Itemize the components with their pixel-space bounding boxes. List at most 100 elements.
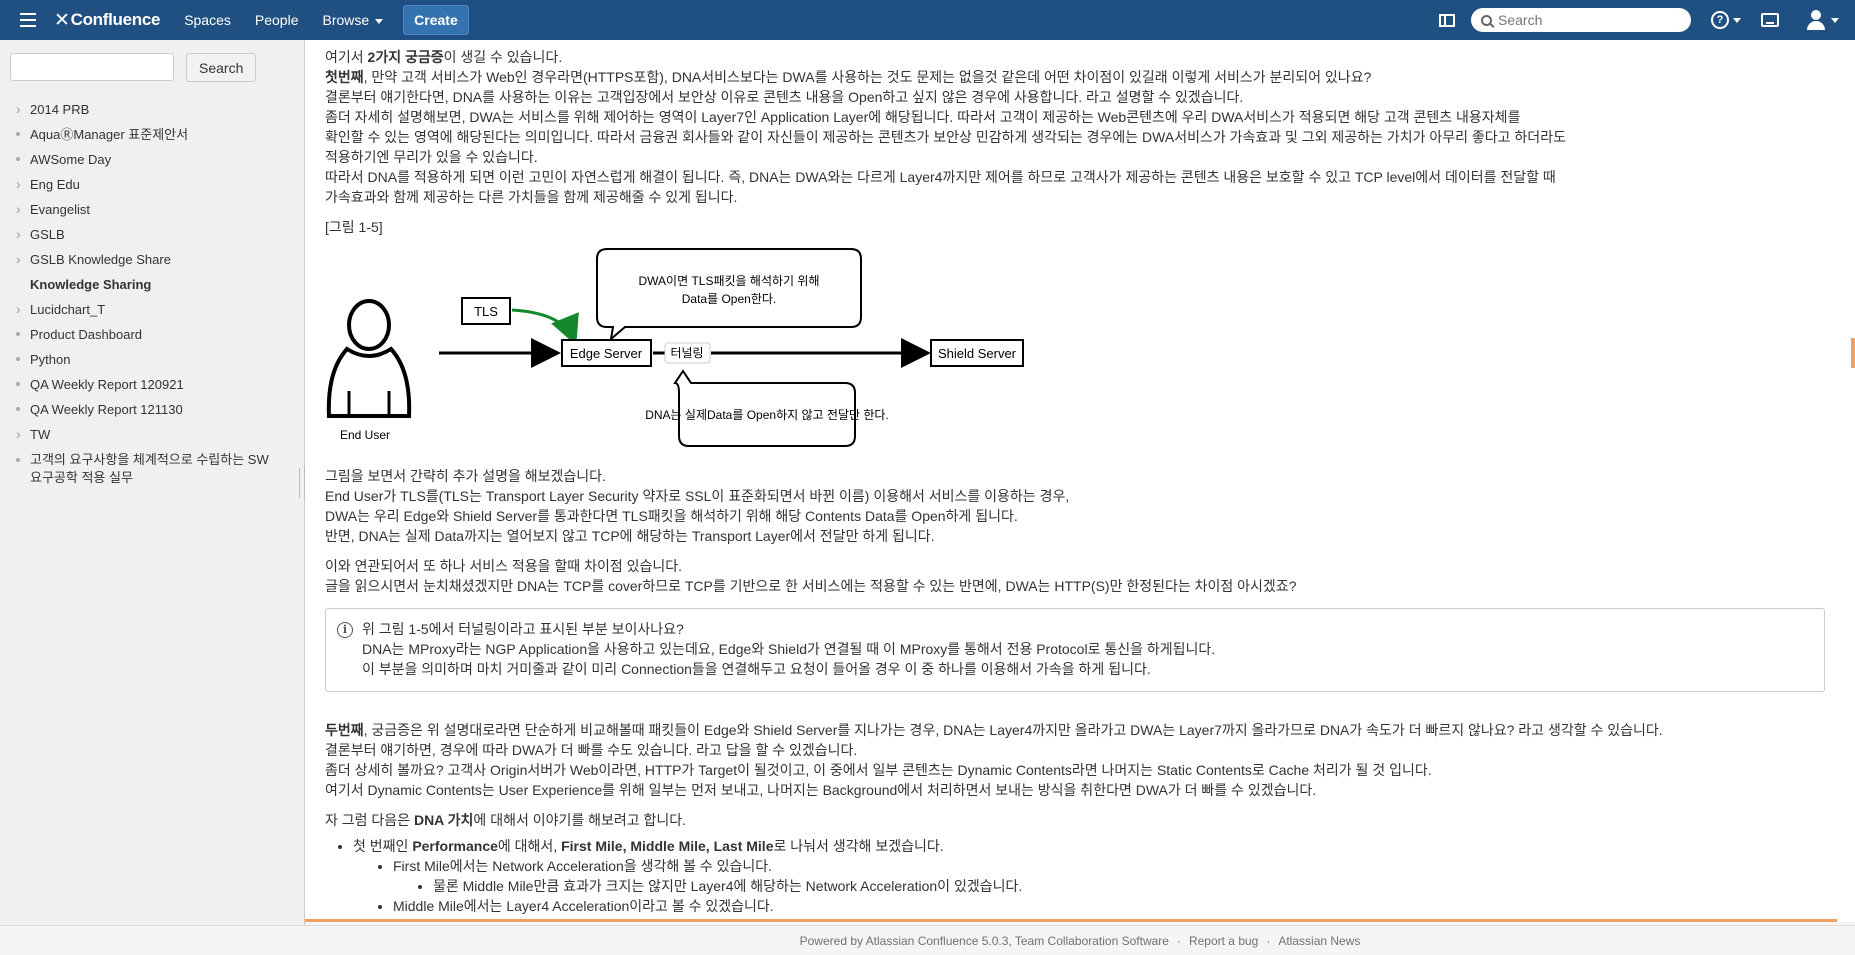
bubble-bottom-text: DNA는 실제Data를 Open하지 않고 전달만 한다. <box>645 408 889 422</box>
sidebar-item-label: 고객의 요구사항을 체계적으로 수립하는 SW 요구공학 적용 실무 <box>30 452 269 485</box>
nav-people[interactable]: People <box>255 12 299 28</box>
end-user-icon <box>326 299 412 418</box>
sidebar-item-label: 2014 PRB <box>30 102 90 117</box>
edge-server-label: Edge Server <box>570 346 643 361</box>
paragraph: 가속효과와 함께 제공하는 다른 가치들을 함께 제공해줄 수 있게 됩니다. <box>325 189 738 205</box>
nav-browse[interactable]: Browse <box>322 12 383 28</box>
tls-label: TLS <box>474 304 498 319</box>
list-item: First Mile에서는 Network Acceleration을 생각해 … <box>393 856 1825 896</box>
tunnel-label: 터널링 <box>670 346 703 360</box>
sidebar-item[interactable]: QA Weekly Report 120921 <box>0 372 300 397</box>
sidebar-item[interactable]: 고객의 요구사항을 체계적으로 수립하는 SW 요구공학 적용 실무 <box>0 447 300 487</box>
paragraph: 글을 읽으시면서 눈치채셨겠지만 DNA는 TCP를 cover하므로 TCP를… <box>325 578 1297 594</box>
paragraph: End User가 TLS를(TLS는 Transport Layer Secu… <box>325 488 1070 504</box>
sidebar-item[interactable]: Python <box>0 347 300 372</box>
page-content: 여기서 2가지 궁금증이 생길 수 있습니다. 첫번째, 만약 고객 서비스가 … <box>305 40 1855 922</box>
info-line: 위 그림 1-5에서 터널링이라고 표시된 부분 보이사나요? <box>362 621 684 637</box>
user-avatar-icon[interactable] <box>1805 9 1827 31</box>
sidebar-item-label: Eng Edu <box>30 177 80 192</box>
sidebar-item-label: QA Weekly Report 121130 <box>30 402 183 417</box>
chevron-right-icon: › <box>16 176 21 192</box>
create-button[interactable]: Create <box>403 5 469 35</box>
bullet-icon <box>16 147 30 172</box>
header-search[interactable] <box>1471 8 1691 32</box>
sidebar-item[interactable]: Product Dashboard <box>0 322 300 347</box>
sidebar-item[interactable]: › TW <box>0 422 300 447</box>
shield-server-label: Shield Server <box>938 346 1017 361</box>
paragraph: 좀더 자세히 설명해보면, DWA는 서비스를 위해 제어하는 영역이 Laye… <box>325 109 1521 125</box>
info-panel: i 위 그림 1-5에서 터널링이라고 표시된 부분 보이사나요? DNA는 M… <box>325 608 1825 692</box>
sidebar-item[interactable]: › Lucidchart_T <box>0 297 300 322</box>
bubble-top-line1: DWA이면 TLS패킷을 해석하기 위해 <box>638 274 819 288</box>
sidebar-search-button[interactable]: Search <box>186 53 257 82</box>
menu-icon[interactable] <box>14 0 42 40</box>
chevron-right-icon: › <box>16 201 21 217</box>
sidebar-item[interactable]: AquaⓇManager 표준제안서 <box>0 122 300 147</box>
sidebar-item[interactable]: QA Weekly Report 121130 <box>0 397 300 422</box>
header-search-input[interactable] <box>1498 12 1678 28</box>
paragraph: 반면, DNA는 실제 Data까지는 열어보지 않고 TCP에 해당하는 Tr… <box>325 528 935 544</box>
sidebar-item[interactable]: › Eng Edu <box>0 172 300 197</box>
sidebar-item[interactable]: › 2014 PRB <box>0 97 300 122</box>
list-item: 첫 번째인 Performance에 대해서, First Mile, Midd… <box>353 836 1825 916</box>
info-line: 이 부분을 의미하며 마치 거미줄과 같이 미리 Connection들을 연결… <box>362 661 1151 677</box>
sidebar-item-label: Knowledge Sharing <box>30 277 152 292</box>
sidebar-item-label: Product Dashboard <box>30 327 143 342</box>
network-diagram: DWA이면 TLS패킷을 해석하기 위해 Data를 Open한다. TLS E… <box>325 241 1045 456</box>
sidebar-item[interactable]: › Evangelist <box>0 197 300 222</box>
user-chevron-down-icon[interactable] <box>1831 17 1839 23</box>
sidebar-item-label: GSLB Knowledge Share <box>30 252 171 267</box>
search-icon <box>1481 14 1492 26</box>
speech-bubble-top: DWA이면 TLS패킷을 해석하기 위해 Data를 Open한다. <box>596 248 862 342</box>
top-header: ✕ Confluence Spaces People Browse Create … <box>0 0 1855 40</box>
sidebar-item-label: AquaⓇManager 표준제안서 <box>30 127 189 142</box>
list-item: Middle Mile에서는 Layer4 Acceleration이라고 볼 … <box>393 896 1825 916</box>
sidebar-item-label: AWSome Day <box>30 152 112 167</box>
confluence-logo[interactable]: ✕ Confluence <box>54 9 160 32</box>
paragraph: 여기서 2가지 궁금증이 생길 수 있습니다. <box>325 49 563 65</box>
sidebar-item[interactable]: AWSome Day <box>0 147 300 172</box>
nav-spaces[interactable]: Spaces <box>184 12 231 28</box>
chevron-right-icon: › <box>16 101 21 117</box>
content-scroll-indicator <box>305 919 1837 922</box>
sidebar-item[interactable]: Knowledge Sharing <box>0 272 300 297</box>
paragraph: 결론부터 얘기하면, 경우에 따라 DWA가 더 빠를 수도 있습니다. 라고 … <box>325 742 858 758</box>
bullet-icon <box>16 372 30 397</box>
sidebar-search-input[interactable] <box>10 53 174 81</box>
bullet-icon <box>16 347 30 372</box>
paragraph: 두번째, 궁금증은 위 설명대로라면 단순하게 비교해볼때 패킷들이 Edge와… <box>325 722 1663 738</box>
paragraph: 적용하기엔 무리가 있을 수 있습니다. <box>325 149 538 165</box>
confluence-x-icon: ✕ <box>54 9 70 31</box>
sidebar-item-label: GSLB <box>30 227 65 242</box>
paragraph: 좀더 상세히 볼까요? 고객사 Origin서버가 Web이라면, HTTP가 … <box>325 762 1432 778</box>
sidebar-item[interactable]: › GSLB Knowledge Share <box>0 247 300 272</box>
atlassian-news-link[interactable]: Atlassian News <box>1278 934 1360 948</box>
footer: Powered by Atlassian Confluence 5.0.3, T… <box>305 925 1855 955</box>
end-user-label: End User <box>340 428 390 442</box>
sidebar-item-label: QA Weekly Report 120921 <box>30 377 184 392</box>
paragraph: 이와 연관되어서 또 하나 서비스 적용을 할때 차이점 있습니다. <box>325 558 683 574</box>
sidebar: Search › 2014 PRB AquaⓇManager 표준제안서 AWSome… <box>0 40 305 925</box>
figure-caption: [그림 1-5] <box>325 219 383 235</box>
paragraph: 확인할 수 있는 영역에 해당된다는 의미입니다. 따라서 금융권 회사들와 같… <box>325 129 1566 145</box>
bullet-icon <box>16 451 30 469</box>
sidebar-toggle-icon[interactable] <box>1439 13 1455 27</box>
paragraph: 자 그럼 다음은 DNA 가치에 대해서 이야기를 해보려고 합니다. <box>325 812 687 828</box>
chevron-right-icon: › <box>16 426 21 442</box>
sidebar-item-label: Lucidchart_T <box>30 302 106 317</box>
help-chevron-down-icon[interactable] <box>1733 17 1741 23</box>
report-bug-link[interactable]: Report a bug <box>1189 934 1258 948</box>
bullet-icon <box>16 122 30 147</box>
scroll-position-marker[interactable] <box>1851 338 1855 368</box>
tls-arrow <box>511 308 579 346</box>
notifications-icon[interactable] <box>1761 13 1779 27</box>
sidebar-item[interactable]: › GSLB <box>0 222 300 247</box>
list-item: 물론 Middle Mile만큼 효과가 크지는 않지만 Layer4에 해당하… <box>433 876 1825 896</box>
bubble-top-line2: Data를 Open한다. <box>682 292 777 306</box>
space-tree: › 2014 PRB AquaⓇManager 표준제안서 AWSome Day › En… <box>0 97 300 487</box>
chevron-right-icon: › <box>16 251 21 267</box>
paragraph: 첫번째, 만약 고객 서비스가 Web인 경우라면(HTTPS포함), DNA서… <box>325 69 1372 85</box>
help-icon[interactable]: ? <box>1711 11 1729 29</box>
paragraph: 결론부터 얘기한다면, DNA를 사용하는 이유는 고객입장에서 보안상 이유로… <box>325 89 1244 105</box>
paragraph: 여기서 Dynamic Contents는 User Experience를 위… <box>325 782 1317 798</box>
